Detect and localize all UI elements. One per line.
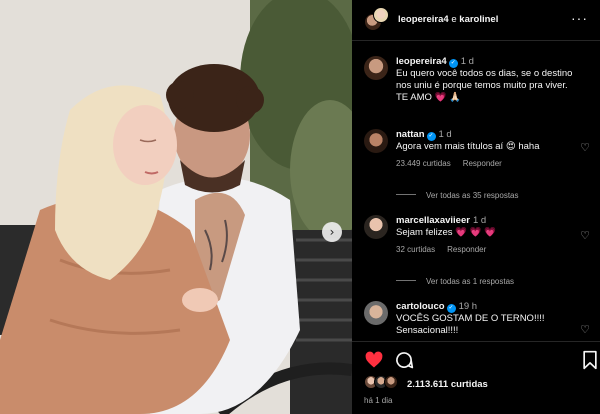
collaborator-username[interactable]: karolinel (459, 14, 498, 25)
caption-avatar[interactable] (364, 56, 388, 80)
comment-username[interactable]: cartolouco (396, 301, 445, 312)
comment-username[interactable]: nattan (396, 129, 425, 140)
verified-icon: ✓ (448, 59, 458, 68)
header-connector: e (451, 14, 457, 25)
view-replies-button[interactable]: Ver todas as 35 respostas (396, 191, 519, 200)
verified-icon: ✓ (426, 132, 436, 141)
post-side-panel: leopereira4 e karolinel ··· leopereira4 ✓… (352, 0, 600, 414)
comment-icon[interactable] (394, 350, 414, 370)
caption-text: Eu quero você todos os dias, se o destin… (396, 68, 573, 103)
couple-photo-illustration (0, 0, 352, 414)
post-date: há 1 dia (364, 396, 393, 405)
comment-heart-icon[interactable]: ♡ (580, 323, 590, 336)
reply-button[interactable]: Responder (447, 245, 486, 254)
collaborator-avatar[interactable] (373, 7, 389, 23)
liker-avatar (384, 375, 398, 389)
replies-line (396, 280, 416, 281)
comment-likes[interactable]: 23.449 curtidas (396, 159, 451, 168)
likes-word: curtidas (450, 379, 488, 390)
next-image-button[interactable]: › (322, 222, 342, 242)
comment-heart-icon[interactable]: ♡ (580, 141, 590, 154)
reply-button[interactable]: Responder (463, 159, 502, 168)
view-replies-label: Ver todas as 35 respostas (426, 191, 519, 200)
comment-avatar[interactable] (364, 301, 388, 325)
likes-count[interactable]: 2.113.611 curtidas (407, 379, 488, 390)
caption-username[interactable]: leopereira4 (396, 56, 447, 67)
post-photo[interactable]: › (0, 0, 352, 414)
comments-list: leopereira4 ✓ 1 d Eu quero você todos os d… (352, 41, 600, 341)
comment-time: 1 d (438, 129, 452, 140)
comment-heart-icon[interactable]: ♡ (580, 229, 590, 242)
replies-line (396, 194, 416, 195)
comment-time: 19 h (458, 301, 478, 312)
comment-avatar[interactable] (364, 215, 388, 239)
heart-icon[interactable] (364, 350, 384, 370)
comment-avatar[interactable] (364, 129, 388, 153)
view-replies-label: Ver todas as 1 respostas (426, 277, 515, 286)
more-options-icon[interactable]: ··· (571, 10, 588, 26)
author-username[interactable]: leopereira4 (398, 14, 449, 25)
comment-likes[interactable]: 32 curtidas (396, 245, 435, 254)
verified-icon: ✓ (446, 304, 456, 313)
comment-username[interactable]: marcellaxaviieer (396, 215, 470, 226)
comment-text: VOCÊS GOSTAM DE O TERNO!!!! Sensacional!… (396, 313, 545, 336)
caption-time: 1 d (460, 56, 474, 67)
header-usernames: leopereira4 e karolinel (398, 14, 498, 25)
comment-text: Sejam felizes 💗 💗 💗 (396, 227, 496, 238)
likes-number: 2.113.611 (407, 379, 449, 390)
bookmark-icon[interactable] (580, 350, 600, 370)
post-header: leopereira4 e karolinel ··· (352, 0, 600, 41)
view-replies-button[interactable]: Ver todas as 1 respostas (396, 277, 514, 286)
comment-text: Agora vem mais títulos aí 😍 haha (396, 141, 540, 152)
comment-time: 1 d (472, 215, 487, 226)
header-avatars[interactable] (364, 7, 390, 34)
